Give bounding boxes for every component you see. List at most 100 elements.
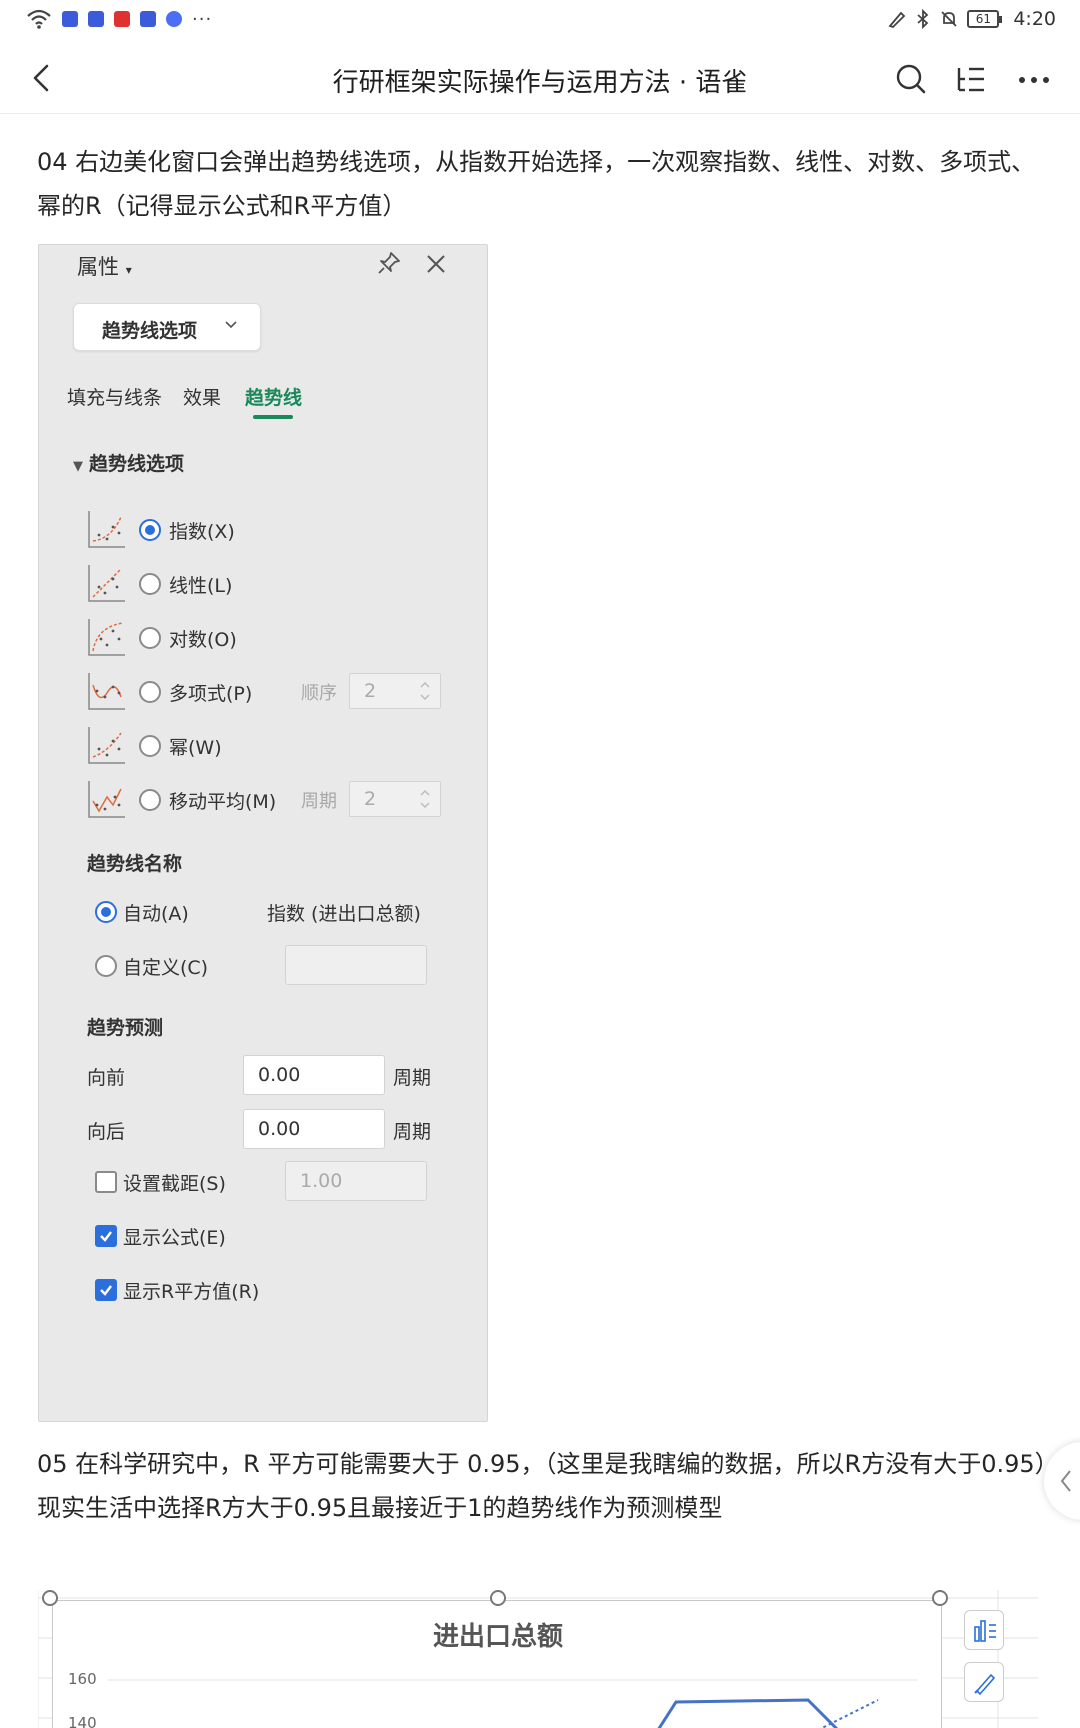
label-logarithmic: 对数(O) (169, 629, 237, 651)
chevron-left-icon (1060, 1470, 1071, 1492)
backward-label: 向后 (87, 1121, 126, 1143)
clock: 4:20 (1013, 8, 1056, 30)
app-notification-icon (114, 11, 130, 27)
more-icon[interactable] (1012, 60, 1056, 98)
trendline-type-moving-average: 移动平均(M) 周期 2 (87, 779, 467, 823)
forecast-header: 趋势预测 (87, 1017, 164, 1039)
pen-icon (888, 11, 906, 29)
trendline-properties-screenshot[interactable]: 属性 ▾ 趋势线选项 填充与线条 效果 趋势线 ▼ 趋势线选项 指数(X) 线性(… (38, 244, 488, 1422)
mute-bell-icon (941, 11, 957, 27)
stepper-arrows-icon (420, 790, 430, 808)
chart-elements-icon (974, 1620, 996, 1642)
data-series-line (657, 1698, 839, 1728)
trendline-type-polynomial: 多项式(P) 顺序 2 (87, 671, 467, 715)
show-formula-checkbox (95, 1225, 117, 1247)
radio-power (139, 735, 161, 757)
app-notification-icon (166, 11, 182, 27)
back-icon[interactable] (22, 58, 62, 98)
period-value: 2 (364, 788, 377, 810)
close-icon (427, 255, 445, 273)
nav-bar: 行研框架实际操作与运用方法 · 语雀 (0, 44, 1080, 114)
app-notification-icon (62, 11, 78, 27)
tab-fill-line: 填充与线条 (67, 387, 163, 409)
radio-polynomial (139, 681, 161, 703)
trendline-type-power: 幂(W) (87, 725, 467, 769)
search-icon[interactable] (892, 60, 930, 98)
stepper-arrows-icon (420, 682, 430, 700)
app-notification-icon (140, 11, 156, 27)
status-bar: ··· 61 4:20 (0, 0, 1080, 44)
radio-name-auto (95, 901, 117, 923)
forward-input: 0.00 (243, 1055, 385, 1095)
active-tab-indicator (253, 415, 293, 419)
trendline-type-exponential: 指数(X) (87, 509, 467, 553)
side-drawer-tab[interactable] (1044, 1442, 1080, 1520)
period-label: 周期 (301, 791, 337, 812)
show-r2-label: 显示R平方值(R) (123, 1281, 260, 1303)
page-title: 行研框架实际操作与运用方法 · 语雀 (332, 68, 748, 98)
battery-icon: 61 (967, 10, 1003, 28)
trendline-type-linear: 线性(L) (87, 563, 467, 607)
label-name-custom: 自定义(C) (123, 957, 209, 979)
exponential-trend-icon (88, 511, 125, 548)
status-left: ··· (26, 8, 212, 30)
app-notification-icon (88, 11, 104, 27)
show-formula-label: 显示公式(E) (123, 1227, 226, 1249)
logarithmic-trend-icon (88, 619, 125, 656)
moving-average-trend-icon (88, 781, 125, 818)
dropdown-label: 趋势线选项 (102, 320, 198, 342)
chart-elements-button[interactable] (964, 1610, 1004, 1650)
show-r2-checkbox (95, 1279, 117, 1301)
properties-title: 属性 (77, 255, 119, 279)
section-title: 趋势线选项 (89, 453, 185, 475)
period-stepper: 2 (349, 781, 441, 817)
trendline-name-header: 趋势线名称 (87, 853, 183, 875)
chevron-down-icon (225, 321, 237, 329)
label-linear: 线性(L) (169, 575, 233, 597)
polynomial-trend-icon (88, 673, 125, 710)
bluetooth-icon (917, 9, 929, 29)
custom-name-input (285, 945, 427, 985)
label-moving-average: 移动平均(M) (169, 791, 277, 813)
power-trend-icon (88, 727, 125, 764)
label-name-auto: 自动(A) (123, 903, 189, 925)
backward-unit: 周期 (393, 1121, 432, 1143)
trendline-type-logarithmic: 对数(O) (87, 617, 467, 661)
radio-logarithmic (139, 627, 161, 649)
label-power: 幂(W) (169, 737, 222, 759)
auto-name-value: 指数 (进出口总额) (267, 903, 421, 925)
wifi-icon (27, 9, 51, 29)
intercept-checkbox (95, 1171, 117, 1193)
order-value: 2 (364, 680, 377, 702)
tab-effect: 效果 (183, 387, 222, 409)
check-icon (100, 1231, 112, 1242)
forward-label: 向前 (87, 1067, 126, 1089)
trendline (819, 1699, 879, 1728)
trendline-section-header: ▼ 趋势线选项 (73, 449, 184, 476)
radio-exponential (139, 519, 161, 541)
chart-screenshot[interactable]: 进出口总额 160 140 (38, 1590, 1038, 1728)
outline-icon[interactable] (952, 60, 990, 98)
properties-header: 属性 ▾ (77, 251, 132, 281)
tab-trendline: 趋势线 (245, 387, 303, 409)
label-polynomial: 多项式(P) (169, 683, 253, 705)
step-5-paragraph: 05 在科学研究中，R 平方可能需要大于 0.95，（这里是我瞎编的数据，所以R… (37, 1450, 1047, 1522)
status-right: 61 4:20 (887, 8, 1056, 30)
pin-icon (378, 252, 400, 274)
linear-trend-icon (88, 565, 125, 602)
radio-moving-average (139, 789, 161, 811)
trendline-options-dropdown: 趋势线选项 (73, 303, 261, 351)
order-label: 顺序 (301, 683, 337, 704)
step-4-paragraph: 04 右边美化窗口会弹出趋势线选项，从指数开始选择，一次观察指数、线性、对数、多… (37, 148, 1036, 220)
order-stepper: 2 (349, 673, 441, 709)
collapse-triangle-icon: ▼ (73, 459, 83, 474)
backward-input: 0.00 (243, 1109, 385, 1149)
intercept-label: 设置截距(S) (123, 1173, 226, 1195)
label-exponential: 指数(X) (169, 521, 235, 543)
caret-down-icon: ▾ (125, 263, 132, 277)
more-notifications-icon: ··· (192, 8, 213, 30)
check-icon (100, 1285, 112, 1296)
chart-style-button[interactable] (964, 1662, 1004, 1702)
radio-name-custom (95, 955, 117, 977)
brush-icon (974, 1673, 996, 1696)
